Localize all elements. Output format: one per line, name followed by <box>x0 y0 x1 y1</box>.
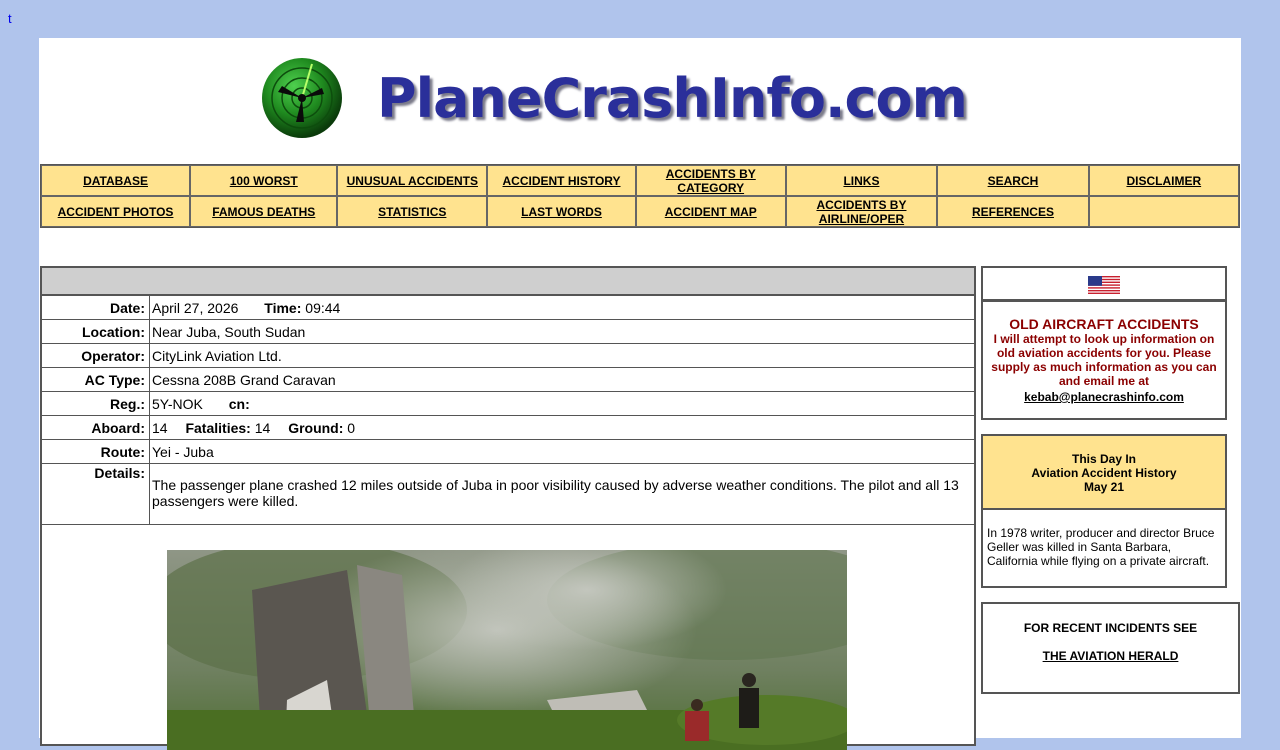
accident-record-header <box>42 268 974 296</box>
old-aircraft-email-link[interactable]: kebab@planecrashinfo.com <box>1024 390 1184 404</box>
page-container: PlaneCrashInfo.com DATABASE 100 WORST UN… <box>39 38 1241 750</box>
aboard-value: 14 <box>152 419 168 436</box>
nav-link-statistics[interactable]: STATISTICS <box>378 205 446 219</box>
nav-link-famous-deaths[interactable]: FAMOUS DEATHS <box>212 205 315 219</box>
nav-link-disclaimer[interactable]: DISCLAIMER <box>1126 174 1201 188</box>
ac-type-label: AC Type: <box>42 367 150 392</box>
route-value: Yei - Juba <box>149 439 974 464</box>
nav-link-last-words[interactable]: LAST WORDS <box>521 205 602 219</box>
operator-label: Operator: <box>42 343 150 368</box>
row-date: Date: April 27, 2026 Time: 09:44 <box>42 296 974 320</box>
fatalities-label: Fatalities: <box>185 419 251 436</box>
site-logo-text[interactable]: PlaneCrashInfo.com <box>377 64 968 134</box>
location-value: Near Juba, South Sudan <box>149 319 974 344</box>
reg-label: Reg.: <box>42 391 150 416</box>
site-header: PlaneCrashInfo.com <box>39 38 1241 164</box>
reg-cell: 5Y-NOK cn: <box>149 391 974 416</box>
location-label: Location: <box>42 319 150 344</box>
recent-incidents-text: FOR RECENT INCIDENTS SEE <box>1023 621 1198 635</box>
time-value: 09:44 <box>305 299 341 316</box>
ac-type-value: Cessna 208B Grand Caravan <box>149 367 974 392</box>
old-aircraft-box: OLD AIRCRAFT ACCIDENTS I will attempt to… <box>981 300 1227 420</box>
nav-link-accident-photos[interactable]: ACCIDENT PHOTOS <box>58 205 174 219</box>
nav-link-search[interactable]: SEARCH <box>988 174 1039 188</box>
nav-link-database[interactable]: DATABASE <box>83 174 148 188</box>
nav-link-links[interactable]: LINKS <box>843 174 879 188</box>
nav-references: REFERENCES <box>937 196 1089 227</box>
fatalities-value: 14 <box>254 419 271 436</box>
nav-empty <box>1088 196 1239 227</box>
nav-links: LINKS <box>785 165 938 196</box>
nav-unusual: UNUSUAL ACCIDENTS <box>337 165 488 196</box>
nav-link-accident-history[interactable]: ACCIDENT HISTORY <box>503 174 621 188</box>
this-day-line3: May 21 <box>1083 480 1125 494</box>
nav-link-references[interactable]: REFERENCES <box>972 205 1054 219</box>
nav-link-accidents-by-airline[interactable]: ACCIDENTS BY AIRLINE/OPER <box>816 198 906 226</box>
nav-link-unusual-accidents[interactable]: UNUSUAL ACCIDENTS <box>347 174 478 188</box>
row-location: Location: Near Juba, South Sudan <box>42 319 974 344</box>
this-day-header: This Day In Aviation Accident History Ma… <box>983 436 1225 510</box>
row-details: Details: The passenger plane crashed 12 … <box>42 463 974 525</box>
recent-incidents-box: FOR RECENT INCIDENTS SEE THE AVIATION HE… <box>981 602 1240 694</box>
details-cell: The passenger plane crashed 12 miles out… <box>149 463 974 525</box>
nav-database: DATABASE <box>41 165 191 196</box>
reg-value: 5Y-NOK <box>152 395 203 412</box>
date-value: April 27, 2026 <box>152 299 239 316</box>
row-route: Route: Yei - Juba <box>42 439 974 464</box>
accident-info-table: Date: April 27, 2026 Time: 09:44 Locatio… <box>42 296 974 525</box>
cn-label: cn: <box>228 395 250 412</box>
this-day-line1: This Day In <box>1071 452 1136 466</box>
nav-search: SEARCH <box>937 165 1089 196</box>
nav-famous: FAMOUS DEATHS <box>190 196 338 227</box>
nav-last-words: LAST WORDS <box>487 196 636 227</box>
nav-stats: STATISTICS <box>337 196 488 227</box>
nav-photos: ACCIDENT PHOTOS <box>41 196 191 227</box>
old-aircraft-title: OLD AIRCRAFT ACCIDENTS <box>1009 316 1199 332</box>
nav-link-100-worst[interactable]: 100 WORST <box>230 174 298 188</box>
corner-link[interactable]: t <box>8 11 12 26</box>
aboard-cell: 14 Fatalities: 14 Ground: 0 <box>149 415 974 440</box>
crash-photo-image <box>167 550 847 750</box>
flag-box <box>981 266 1227 301</box>
nav-100-worst: 100 WORST <box>190 165 338 196</box>
nav-category: ACCIDENTS BY CATEGORY <box>635 165 786 196</box>
nav-link-accidents-by-category[interactable]: ACCIDENTS BY CATEGORY <box>666 167 756 195</box>
nav-link-accident-map[interactable]: ACCIDENT MAP <box>665 205 757 219</box>
row-ac-type: AC Type: Cessna 208B Grand Caravan <box>42 367 974 392</box>
plane-globe-logo-icon[interactable] <box>262 58 342 138</box>
crash-photo <box>167 550 847 750</box>
nav-airline: ACCIDENTS BY AIRLINE/OPER <box>785 196 938 227</box>
aboard-label: Aboard: <box>42 415 150 440</box>
ground-label: Ground: <box>288 419 344 436</box>
operator-value: CityLink Aviation Ltd. <box>149 343 974 368</box>
details-label: Details: <box>42 463 150 525</box>
old-aircraft-text: I will attempt to look up information on… <box>991 332 1217 388</box>
us-flag-icon[interactable] <box>1088 276 1120 294</box>
this-day-box: This Day In Aviation Accident History Ma… <box>981 434 1227 588</box>
row-aboard: Aboard: 14 Fatalities: 14 Ground: 0 <box>42 415 974 440</box>
date-label: Date: <box>42 296 150 320</box>
this-day-text: In 1978 writer, producer and director Br… <box>987 526 1215 568</box>
nav-disclaimer: DISCLAIMER <box>1088 165 1239 196</box>
ground-value: 0 <box>347 419 356 436</box>
route-label: Route: <box>42 439 150 464</box>
row-reg: Reg.: 5Y-NOK cn: <box>42 391 974 416</box>
date-cell: April 27, 2026 Time: 09:44 <box>149 296 974 320</box>
nav-map: ACCIDENT MAP <box>635 196 786 227</box>
nav-history: ACCIDENT HISTORY <box>487 165 636 196</box>
aviation-herald-link[interactable]: THE AVIATION HERALD <box>1043 649 1179 663</box>
accident-record: Date: April 27, 2026 Time: 09:44 Locatio… <box>40 266 976 750</box>
nav-table: DATABASE 100 WORST UNUSUAL ACCIDENTS ACC… <box>40 164 1240 228</box>
row-operator: Operator: CityLink Aviation Ltd. <box>42 343 974 368</box>
time-label: Time: <box>264 299 302 316</box>
details-value: The passenger plane crashed 12 miles out… <box>152 477 959 509</box>
this-day-line2: Aviation Accident History <box>1031 466 1177 480</box>
